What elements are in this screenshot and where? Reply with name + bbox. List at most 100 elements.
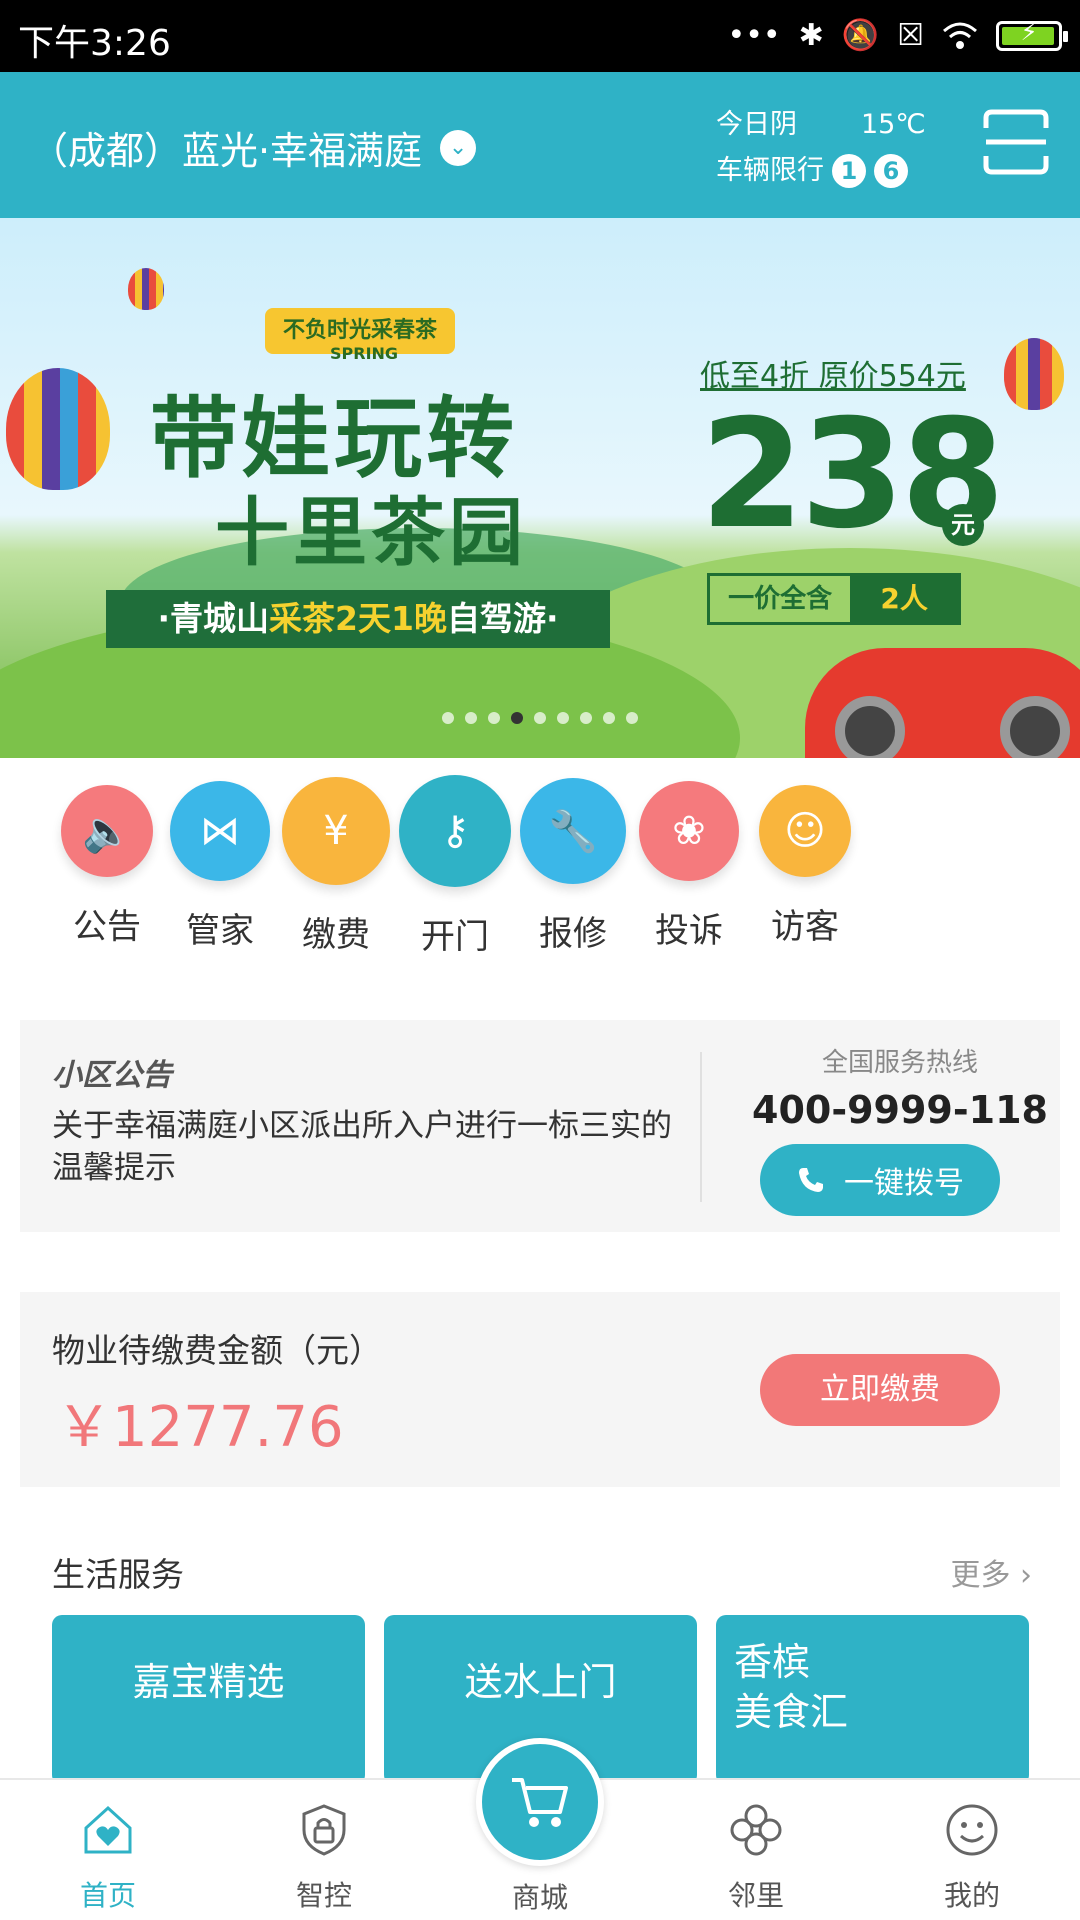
chevron-right-icon: › [1020, 1558, 1032, 1593]
balloon-icon [128, 268, 164, 310]
menu-item-label: 管家 [186, 911, 254, 951]
community-selector[interactable]: （成都）蓝光·幸福满庭 ⌄ [30, 120, 477, 175]
deal-label: 一价全含 [728, 584, 833, 614]
call-button[interactable]: 一键拨号 [760, 1144, 1000, 1216]
carousel-dot[interactable] [534, 712, 546, 724]
scan-icon[interactable] [982, 108, 1050, 176]
menu-item[interactable]: ☺ 访客 [740, 775, 870, 948]
wheel-decoration [835, 696, 905, 758]
mute-bell-icon: 🔕 [841, 18, 880, 53]
weather-panel: 今日阴 15℃ 车辆限行 1 6 [716, 102, 926, 194]
carousel-dot[interactable] [580, 712, 592, 724]
shield-lock-icon [302, 1804, 346, 1856]
menu-item[interactable]: ⚷ 开门 [390, 775, 520, 958]
tab-mall[interactable] [476, 1738, 604, 1866]
menu-item-label: 访客 [771, 907, 839, 947]
visitor-icon: ☺ [759, 785, 851, 877]
carousel-dot[interactable] [511, 712, 523, 724]
hotline-number: 400-9999-118 [752, 1088, 1048, 1132]
service-card-label: 送水上门 [464, 1660, 617, 1704]
phone-icon [799, 1168, 823, 1192]
tab-profile[interactable]: 我的 [902, 1802, 1042, 1914]
tab-label: 智控 [295, 1879, 352, 1912]
notice-card[interactable]: 小区公告 关于幸福满庭小区派出所入户进行一标三实的温馨提示 全国服务热线 400… [20, 1020, 1060, 1232]
status-bar: 下午3:26 ••• ✱ 🔕 ☒ ⚡ [0, 0, 1080, 72]
banner-title: 十里茶园 [215, 490, 527, 576]
service-card-food[interactable]: 香槟 美食汇 [716, 1615, 1029, 1785]
chevron-down-icon[interactable]: ⌄ [440, 129, 477, 166]
banner-spring: SPRING [330, 344, 399, 363]
traffic-label: 车辆限行 [716, 155, 824, 186]
clover-icon [730, 1804, 782, 1856]
carousel-dots[interactable] [442, 712, 638, 724]
menu-item-label: 报修 [539, 914, 607, 954]
community-name: （成都）蓝光·幸福满庭 [30, 129, 423, 173]
menu-item-label: 开门 [421, 917, 489, 957]
service-card-label: 香槟 美食汇 [734, 1640, 849, 1734]
service-card-label: 嘉宝精选 [132, 1660, 285, 1704]
more-dots-icon: ••• [727, 18, 781, 53]
menu-item[interactable]: ❀ 投诉 [624, 775, 754, 952]
hotline-label: 全国服务热线 [821, 1048, 978, 1078]
banner-subtitle-part: ·青城山 [157, 599, 270, 638]
tab-label: 首页 [79, 1879, 136, 1912]
wifi-icon [943, 22, 977, 49]
pay-button[interactable]: 立即缴费 [760, 1354, 1000, 1426]
tab-label: 我的 [943, 1879, 1000, 1912]
deal-box: 一价全含 2人 [707, 573, 961, 625]
weather-label: 今日阴 [716, 109, 797, 140]
menu-item[interactable]: 🔈 公告 [42, 775, 172, 948]
promo-banner[interactable]: 不负时光采春茶 SPRING 带娃玩转 十里茶园 ·青城山采茶2天1晚自驾游· … [0, 218, 1080, 758]
more-label: 更多 [950, 1558, 1011, 1593]
tab-label: 邻里 [727, 1879, 784, 1912]
menu-item[interactable]: ¥ 缴费 [271, 775, 401, 956]
carousel-dot[interactable] [488, 712, 500, 724]
banner-subtitle-highlight: 采茶2天1晚 [269, 599, 447, 638]
notice-tag: 小区公告 [52, 1058, 172, 1093]
service-card-jiabao[interactable]: 嘉宝精选 [52, 1615, 365, 1785]
carousel-dot[interactable] [442, 712, 454, 724]
smiley-icon [946, 1804, 998, 1856]
notice-text[interactable]: 关于幸福满庭小区派出所入户进行一标三实的温馨提示 [52, 1105, 672, 1189]
balloon-icon [1004, 338, 1064, 410]
price-unit: 元 [942, 504, 984, 546]
life-services-title: 生活服务 [52, 1555, 184, 1594]
status-time: 下午3:26 [18, 23, 171, 64]
temperature: 15℃ [861, 109, 926, 140]
app-header: （成都）蓝光·幸福满庭 ⌄ 今日阴 15℃ 车辆限行 1 6 [0, 72, 1080, 218]
tab-label[interactable]: 商城 [476, 1876, 604, 1916]
sim-icon: ☒ [897, 18, 924, 53]
more-link[interactable]: 更多 › [950, 1550, 1032, 1594]
fee-amount: ￥1277.76 [56, 1395, 344, 1460]
tab-home[interactable]: 首页 [38, 1802, 178, 1914]
key-icon: ⚷ [399, 775, 511, 887]
speaker-icon: 🔈 [61, 785, 153, 877]
divider [700, 1052, 702, 1202]
butler-icon: ⋈ [170, 781, 270, 881]
call-button-label: 一键拨号 [844, 1166, 964, 1201]
menu-item-label: 公告 [73, 907, 141, 947]
wheel-decoration [1000, 696, 1070, 758]
plate-number: 1 [832, 154, 866, 188]
cart-icon [512, 1778, 568, 1827]
banner-subtitle: ·青城山采茶2天1晚自驾游· [106, 590, 610, 648]
status-icons: ••• ✱ 🔕 ☒ ⚡ [727, 14, 1068, 58]
carousel-dot[interactable] [465, 712, 477, 724]
menu-item[interactable]: ⋈ 管家 [155, 775, 285, 952]
balloon-icon [6, 368, 110, 490]
carousel-dot[interactable] [603, 712, 615, 724]
carousel-dot[interactable] [557, 712, 569, 724]
deal-people: 2人 [850, 576, 958, 622]
banner-subtitle-part: 自驾游· [446, 599, 559, 638]
plate-number: 6 [874, 154, 908, 188]
battery-icon: ⚡ [996, 18, 1068, 51]
menu-item[interactable]: 🔧 报修 [508, 775, 638, 955]
home-icon [84, 1805, 132, 1854]
tab-smart-control[interactable]: 智控 [254, 1802, 394, 1914]
money-bag-icon: ¥ [282, 777, 390, 885]
bluetooth-icon: ✱ [798, 18, 824, 53]
menu-item-label: 缴费 [302, 915, 370, 955]
carousel-dot[interactable] [626, 712, 638, 724]
wrench-icon: 🔧 [520, 778, 626, 884]
tab-neighbors[interactable]: 邻里 [686, 1802, 826, 1914]
